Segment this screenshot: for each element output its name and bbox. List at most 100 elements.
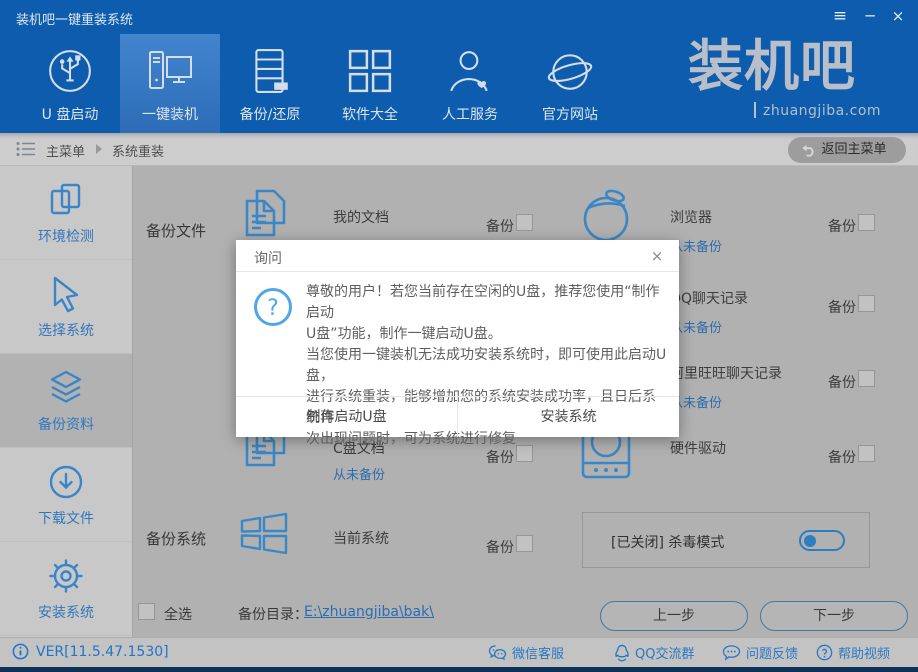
backup-system-section-label: 备份系统 xyxy=(146,530,207,548)
download-icon xyxy=(49,465,83,499)
backup-checkbox[interactable] xyxy=(858,370,875,387)
backup-item-name: QQ聊天记录 xyxy=(670,291,749,307)
nav-item-label: U 盘启动 xyxy=(41,107,99,123)
status-link-label: 问题反馈 xyxy=(746,647,799,662)
list-icon xyxy=(16,142,35,156)
info-icon xyxy=(12,643,29,660)
backup-checkbox-label: 备份 xyxy=(828,219,856,235)
sidebar-item-label: 环境检测 xyxy=(38,229,94,245)
backup-checkbox-label: 备份 xyxy=(828,375,856,391)
status-link-label: QQ交流群 xyxy=(635,647,695,662)
close-icon[interactable]: × xyxy=(886,4,910,28)
breadcrumb-root[interactable]: 主菜单 xyxy=(46,141,85,160)
backup-item-name: 我的文档 xyxy=(333,210,389,226)
breadcrumb-current: 系统重装 xyxy=(112,145,165,160)
select-all-label: 全选 xyxy=(164,607,192,623)
select-all-checkbox[interactable] xyxy=(138,603,155,620)
help-icon xyxy=(816,644,833,661)
status-bar: VER[11.5.47.1530] 微信客服 QQ交流群 问题反馈 帮助视频 xyxy=(0,637,918,667)
sidebar: 环境检测 选择系统 备份资料 下载文件 安装系统 xyxy=(0,166,133,637)
status-link-label: 微信客服 xyxy=(512,647,565,662)
inquiry-dialog: 询问 × ? 尊敬的用户！若您当前存在空闲的U盘，推荐您使用“制作启动 U盘”功… xyxy=(236,240,679,447)
feedback-link[interactable]: 问题反馈 xyxy=(722,643,798,662)
qq-group-link[interactable]: QQ交流群 xyxy=(614,643,694,662)
nav-item-official-site[interactable]: 官方网站 xyxy=(520,34,620,133)
back-arrow-icon xyxy=(802,144,814,157)
antivirus-mode-label: [已关闭] 杀毒模式 xyxy=(611,535,725,551)
sidebar-item-select-system[interactable]: 选择系统 xyxy=(0,260,132,354)
backup-status: 从未备份 xyxy=(333,468,386,483)
app-title: 装机吧一键重装系统 xyxy=(16,13,134,28)
install-system-button[interactable]: 安装系统 xyxy=(458,397,679,437)
minimize-icon[interactable]: ─ xyxy=(858,4,882,28)
version-text: VER[11.5.47.1530] xyxy=(36,643,169,660)
brand-logo-text: 装机吧 xyxy=(688,34,857,98)
nav-item-label: 软件大全 xyxy=(342,107,398,123)
chat-dots-icon xyxy=(722,645,741,661)
back-button-label: 返回主菜单 xyxy=(821,142,887,157)
dialog-title-bar: 询问 × xyxy=(236,240,679,272)
app-window: 装机吧一键重装系统 ≡ ─ × U 盘启动 一键装机 备份/还原 软件大全 人工… xyxy=(0,0,918,672)
nav-item-label: 人工服务 xyxy=(442,107,498,123)
backup-checkbox[interactable] xyxy=(858,214,875,231)
browser-icon xyxy=(583,189,629,242)
backup-item-name: 硬件驱动 xyxy=(670,441,726,457)
window-bottom-strip xyxy=(0,667,918,672)
prev-step-button[interactable]: 上一步 xyxy=(600,601,748,631)
nav-item-label: 官方网站 xyxy=(542,107,598,123)
backup-checkbox-label: 备份 xyxy=(828,300,856,316)
help-video-link[interactable]: 帮助视频 xyxy=(816,643,890,662)
question-icon: ? xyxy=(254,288,292,326)
dialog-footer: 制作启动U盘 安装系统 xyxy=(236,396,679,437)
backup-item-name: 浏览器 xyxy=(670,210,712,226)
sidebar-item-download-files[interactable]: 下载文件 xyxy=(0,448,132,542)
dialog-body: ? 尊敬的用户！若您当前存在空闲的U盘，推荐您使用“制作启动 U盘”功能，制作一… xyxy=(236,272,679,447)
qq-icon xyxy=(615,644,629,662)
person-icon xyxy=(450,51,488,92)
next-step-button[interactable]: 下一步 xyxy=(760,601,908,631)
backup-checkbox[interactable] xyxy=(516,535,533,552)
cursor-icon xyxy=(53,276,79,313)
make-boot-usb-button[interactable]: 制作启动U盘 xyxy=(236,397,458,437)
backup-checkbox-label: 备份 xyxy=(486,540,514,556)
backup-checkbox-label: 备份 xyxy=(486,219,514,235)
copy-icon xyxy=(50,183,81,215)
sidebar-item-env-check[interactable]: 环境检测 xyxy=(0,166,132,260)
backup-files-section-label: 备份文件 xyxy=(146,222,207,240)
globe-icon xyxy=(547,54,593,90)
breadcrumb: 主菜单 系统重装 返回主菜单 xyxy=(0,133,918,166)
nav-item-software[interactable]: 软件大全 xyxy=(320,34,420,133)
brand-logo: 装机吧 zhuangjiba.com xyxy=(688,36,898,132)
wechat-support-link[interactable]: 微信客服 xyxy=(488,643,564,662)
nav-item-usb-boot[interactable]: U 盘启动 xyxy=(20,34,120,133)
nav-item-label: 一键装机 xyxy=(142,107,198,123)
dialog-close-icon[interactable]: × xyxy=(647,246,667,266)
sidebar-item-backup-data[interactable]: 备份资料 xyxy=(0,354,132,448)
backup-dir-link[interactable]: E:\zhuangjiba\bak\ xyxy=(304,604,434,620)
nav-item-one-key-install[interactable]: 一键装机 xyxy=(120,34,220,133)
back-to-main-menu-button[interactable]: 返回主菜单 xyxy=(788,137,906,163)
apps-icon xyxy=(348,49,392,93)
breadcrumb-arrow-icon xyxy=(96,144,102,154)
menu-icon[interactable]: ≡ xyxy=(828,4,852,28)
backup-checkbox[interactable] xyxy=(516,214,533,231)
usb-icon xyxy=(49,50,91,92)
sidebar-item-label: 选择系统 xyxy=(38,323,94,339)
backup-checkbox[interactable] xyxy=(858,445,875,462)
sidebar-item-install-system[interactable]: 安装系统 xyxy=(0,542,132,636)
toggle-knob xyxy=(804,534,816,547)
brand-logo-domain: zhuangjiba.com xyxy=(754,102,881,119)
title-bar: 装机吧一键重装系统 ≡ ─ × xyxy=(0,0,918,34)
sidebar-item-label: 安装系统 xyxy=(38,605,94,621)
wechat-icon xyxy=(488,645,507,661)
backup-checkbox-label: 备份 xyxy=(486,450,514,466)
nav-item-human-service[interactable]: 人工服务 xyxy=(420,34,520,133)
version-info: VER[11.5.47.1530] xyxy=(12,643,169,660)
nav-item-backup-restore[interactable]: 备份/还原 xyxy=(220,34,320,133)
backup-checkbox-label: 备份 xyxy=(828,450,856,466)
backup-checkbox[interactable] xyxy=(858,295,875,312)
antivirus-toggle[interactable] xyxy=(799,530,845,551)
windows-icon xyxy=(240,512,288,555)
backup-item-name: 阿里旺旺聊天记录 xyxy=(670,366,782,382)
documents-icon xyxy=(245,189,286,237)
